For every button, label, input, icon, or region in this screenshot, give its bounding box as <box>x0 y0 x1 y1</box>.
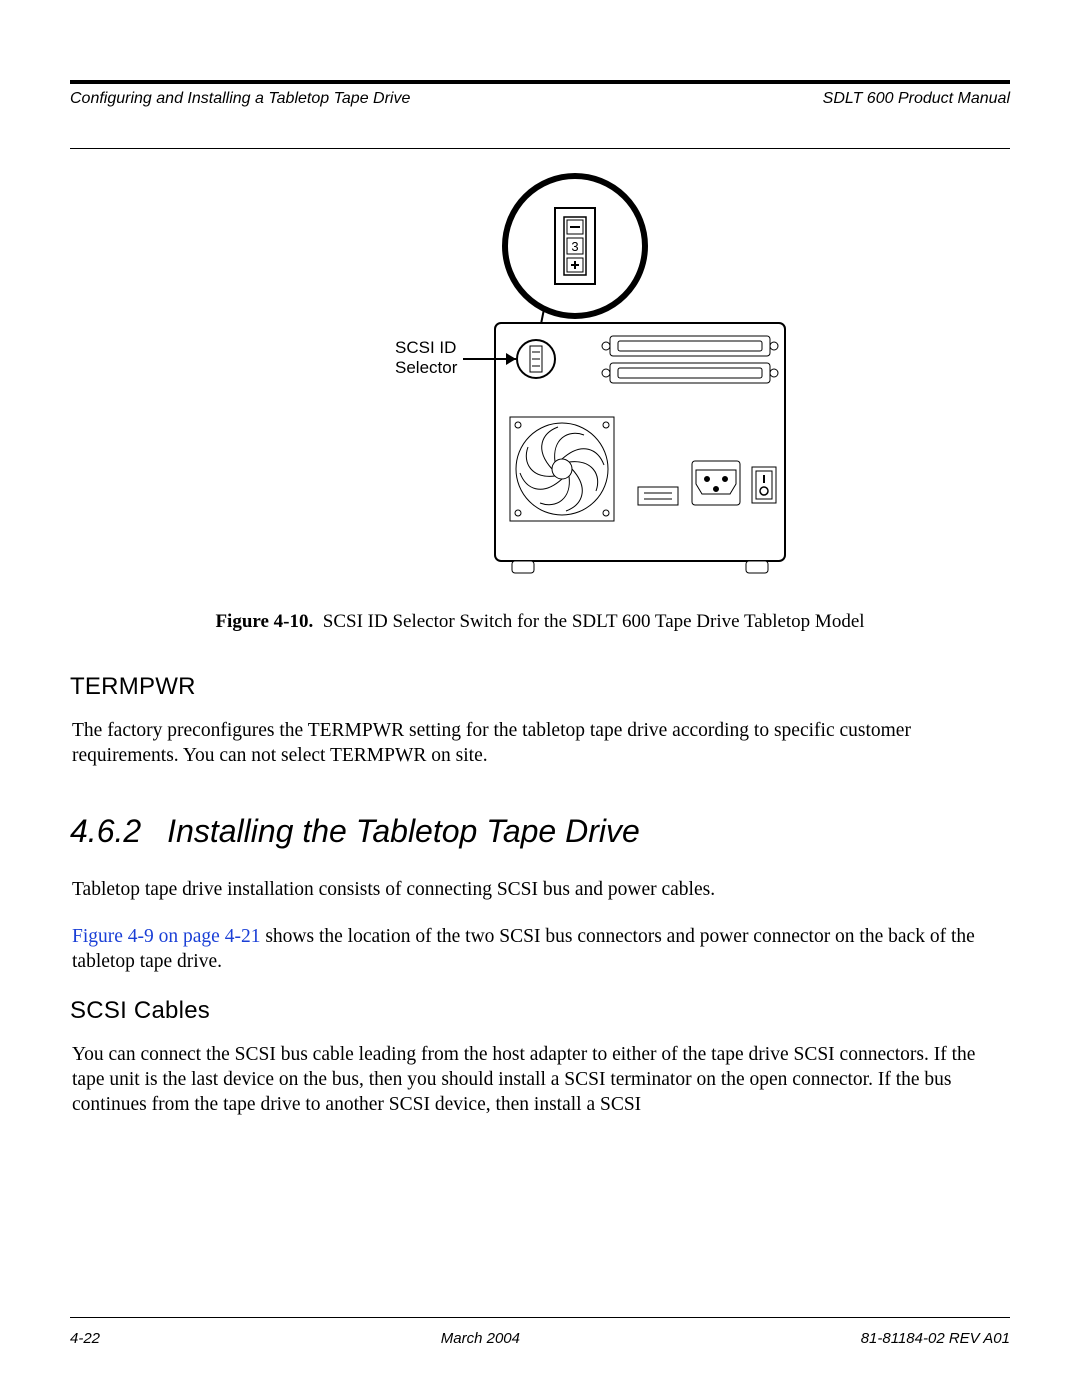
scsi-id-diagram-svg: 3 <box>260 161 820 581</box>
figure-caption: Figure 4-10. SCSI ID Selector Switch for… <box>70 611 1010 633</box>
figure-caption-prefix: Figure 4-10. <box>215 611 313 632</box>
switch-digit: 3 <box>571 239 578 254</box>
callout-line-1: SCSI ID <box>395 338 456 357</box>
paragraph-termpwr: The factory preconfigures the TERMPWR se… <box>70 719 1010 769</box>
paragraph-install-intro: Tabletop tape drive installation consist… <box>70 878 1010 903</box>
footer-center: March 2004 <box>441 1330 520 1347</box>
heading-scsi-cables: SCSI Cables <box>70 997 1010 1025</box>
footer-right: 81-81184-02 REV A01 <box>861 1330 1010 1347</box>
figure-diagram: 3 <box>70 161 1010 581</box>
top-light-rule <box>70 148 1010 149</box>
heading-title: Installing the Tabletop Tape Drive <box>167 813 640 850</box>
heading-number: 4.6.2 <box>70 813 141 850</box>
top-heavy-rule <box>70 80 1010 84</box>
page: Configuring and Installing a Tabletop Ta… <box>0 0 1080 1397</box>
header-right: SDLT 600 Product Manual <box>823 90 1010 108</box>
footer-left: 4-22 <box>70 1330 100 1347</box>
header-left: Configuring and Installing a Tabletop Ta… <box>70 90 410 108</box>
page-footer: 4-22 March 2004 81-81184-02 REV A01 <box>70 1317 1010 1347</box>
callout-line-2: Selector <box>395 358 458 377</box>
paragraph-install-xref: Figure 4-9 on page 4-21 shows the locati… <box>70 925 1010 975</box>
heading-installing: 4.6.2 Installing the Tabletop Tape Drive <box>70 813 1010 850</box>
paragraph-scsi-cables: You can connect the SCSI bus cable leadi… <box>70 1043 1010 1118</box>
heading-termpwr: TERMPWR <box>70 673 1010 701</box>
footer-rule <box>70 1317 1010 1318</box>
running-header: Configuring and Installing a Tabletop Ta… <box>70 90 1010 108</box>
figure-9-xref-link[interactable]: Figure 4-9 on page 4-21 <box>72 926 260 947</box>
figure-caption-text: SCSI ID Selector Switch for the SDLT 600… <box>323 611 865 632</box>
